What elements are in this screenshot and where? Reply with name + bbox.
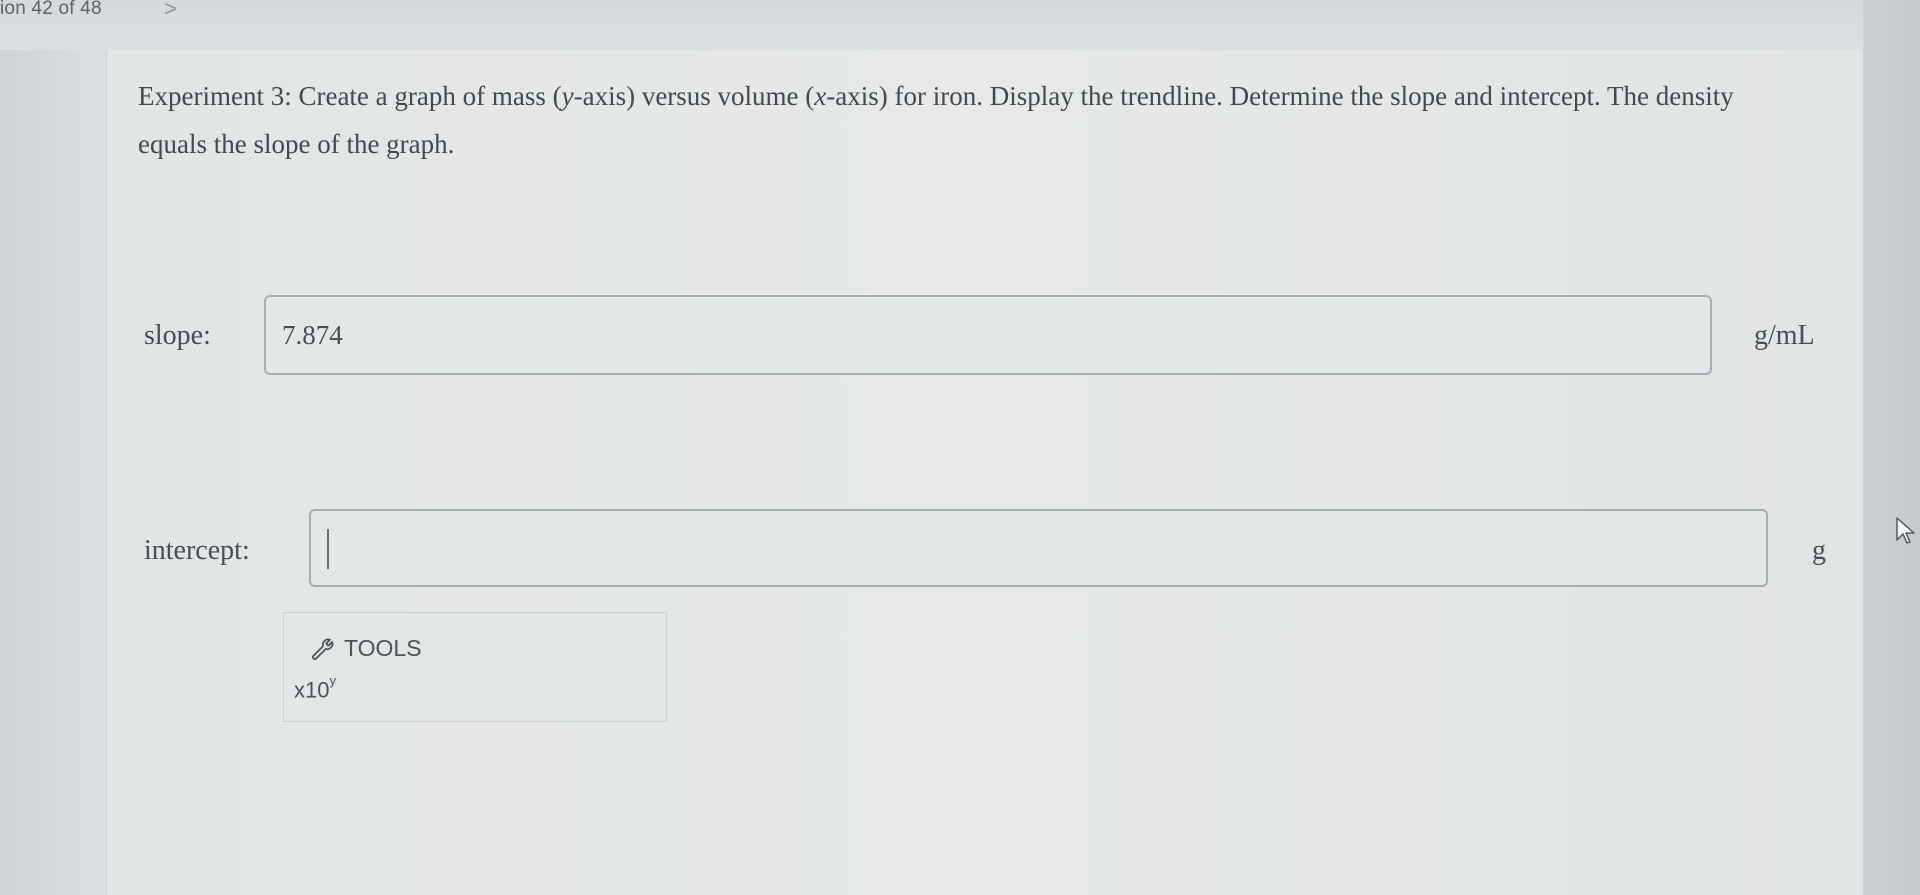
question-prompt: Experiment 3: Create a graph of mass (y-…	[138, 81, 1734, 159]
text-caret	[327, 529, 329, 569]
sci-notation-exponent: y	[329, 673, 336, 688]
tools-panel: TOOLS x10y	[283, 612, 667, 722]
mouse-pointer-icon	[1896, 517, 1915, 544]
question-counter: ion 42 of 48	[0, 0, 102, 19]
slope-unit: g/mL	[1754, 320, 1815, 351]
slope-label: slope:	[144, 320, 211, 351]
next-question-chevron[interactable]: >	[164, 0, 177, 22]
wrench-icon	[312, 638, 334, 660]
tools-label: TOOLS	[344, 635, 422, 661]
right-rail	[1863, 0, 1920, 895]
scientific-notation-button[interactable]: x10y	[294, 673, 336, 703]
question-panel	[106, 50, 1863, 895]
intercept-unit: g	[1812, 535, 1826, 566]
top-bar: ion 42 of 48 >	[0, 0, 1920, 50]
intercept-label: intercept:	[144, 535, 250, 566]
sci-notation-base: x10	[294, 677, 330, 703]
intercept-input[interactable]	[309, 509, 1768, 587]
tools-button[interactable]: TOOLS	[310, 635, 422, 662]
slope-input[interactable]: 7.874	[264, 295, 1712, 375]
